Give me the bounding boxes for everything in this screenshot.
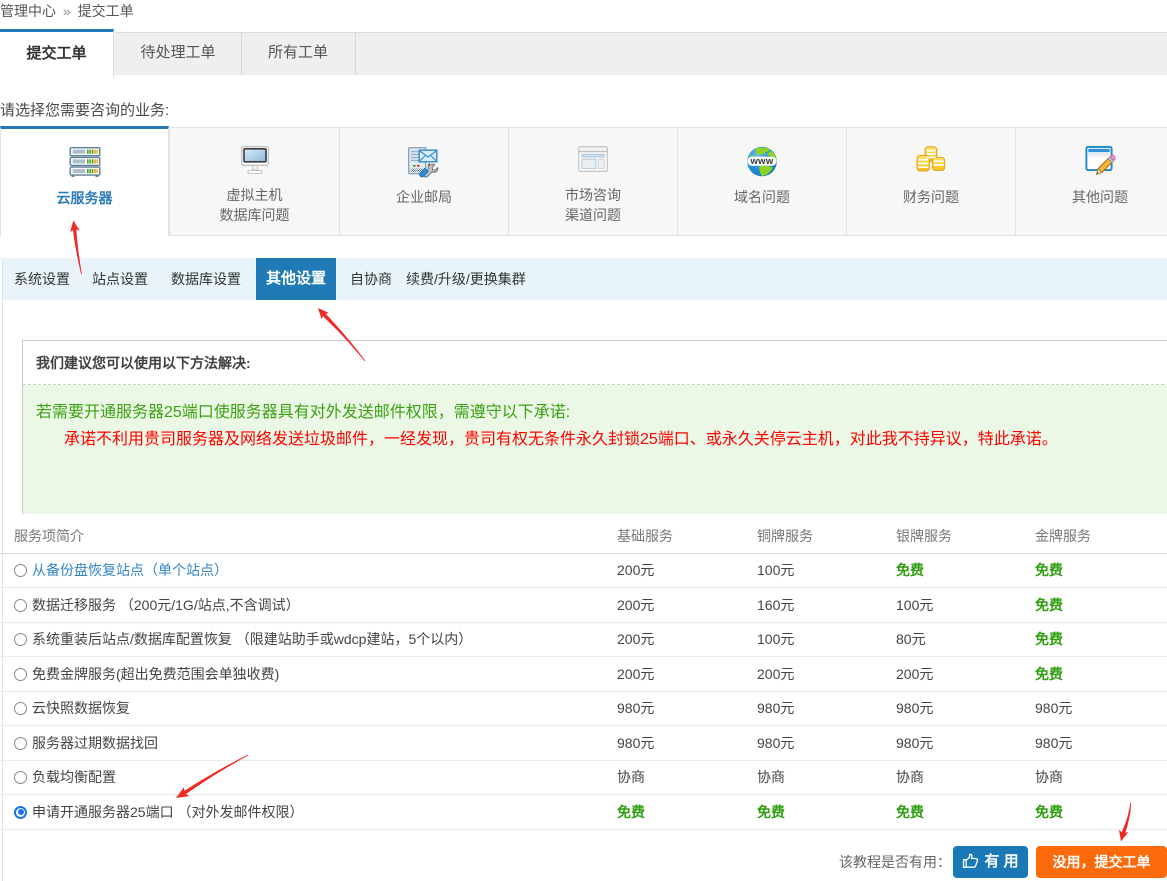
svg-text:www: www xyxy=(749,156,773,167)
